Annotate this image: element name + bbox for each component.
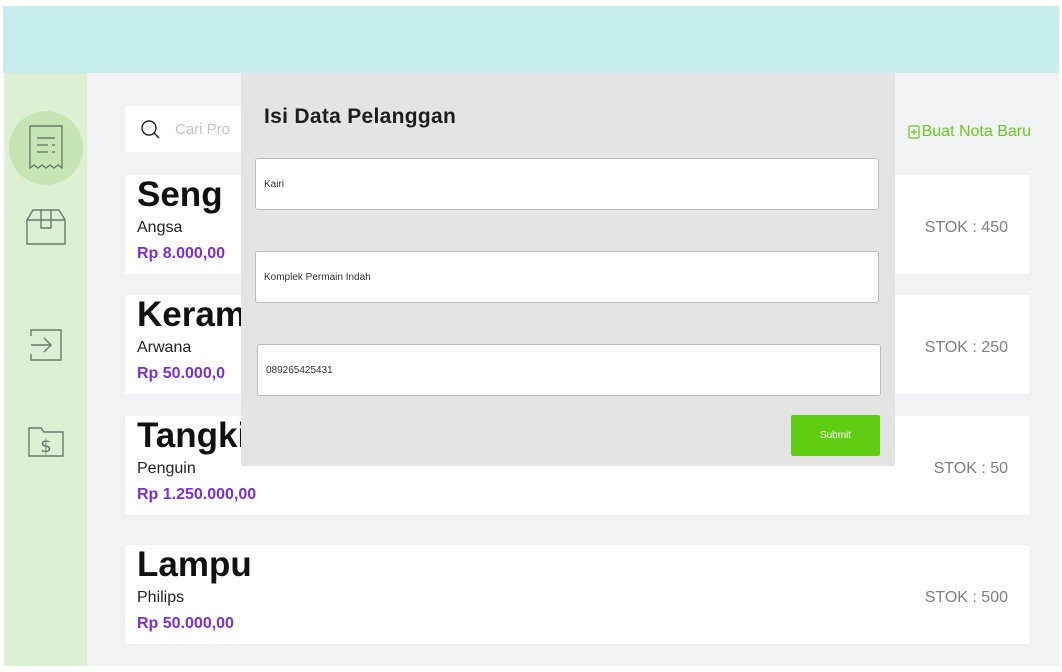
- product-stock: STOK : 250: [924, 339, 1008, 356]
- product-name: Tangki: [137, 416, 248, 455]
- product-price: Rp 50.000,00: [137, 615, 234, 632]
- new-note-button[interactable]: Buat Nota Baru: [907, 123, 1031, 141]
- search-icon: [141, 120, 160, 139]
- product-stock: STOK : 450: [924, 219, 1008, 236]
- product-price: Rp 1.250.000,00: [137, 486, 257, 503]
- sidebar-item-receipts[interactable]: [9, 111, 83, 185]
- money-folder-icon: $: [28, 427, 64, 457]
- box-icon: [26, 209, 66, 245]
- svg-text:$: $: [40, 436, 51, 457]
- search-placeholder: Cari Pro: [175, 120, 231, 138]
- product-price: Rp 50.000,0: [137, 365, 226, 382]
- product-price: Rp 8.000,00: [137, 245, 226, 262]
- customer-data-modal: Isi Data Pelanggan Submit: [241, 73, 895, 466]
- sidebar-item-exit[interactable]: [9, 308, 83, 382]
- product-brand: Penguin: [137, 460, 196, 477]
- customer-address-field[interactable]: [255, 251, 879, 303]
- add-note-icon: [907, 125, 920, 139]
- product-stock: STOK : 50: [933, 460, 1008, 477]
- sidebar-item-finance[interactable]: $: [9, 404, 83, 478]
- new-note-label: Buat Nota Baru: [921, 123, 1031, 140]
- product-name: Keram: [137, 295, 246, 334]
- product-name: Seng: [137, 175, 223, 214]
- product-card[interactable]: Lampu Philips Rp 50.000,00 STOK : 500: [125, 545, 1030, 644]
- product-brand: Arwana: [137, 339, 192, 356]
- receipt-icon: [29, 125, 63, 170]
- customer-phone-field[interactable]: [257, 344, 881, 396]
- product-brand: Angsa: [137, 219, 183, 236]
- submit-button[interactable]: Submit: [791, 415, 880, 456]
- top-bar: [3, 6, 1059, 73]
- sidebar: $: [5, 73, 87, 666]
- product-name: Lampu: [137, 545, 252, 584]
- modal-title: Isi Data Pelanggan: [264, 105, 457, 128]
- product-stock: STOK : 500: [924, 589, 1008, 606]
- sidebar-item-products[interactable]: [9, 190, 83, 264]
- product-brand: Philips: [137, 589, 185, 606]
- logout-icon: [30, 329, 62, 361]
- customer-name-field[interactable]: [255, 158, 879, 210]
